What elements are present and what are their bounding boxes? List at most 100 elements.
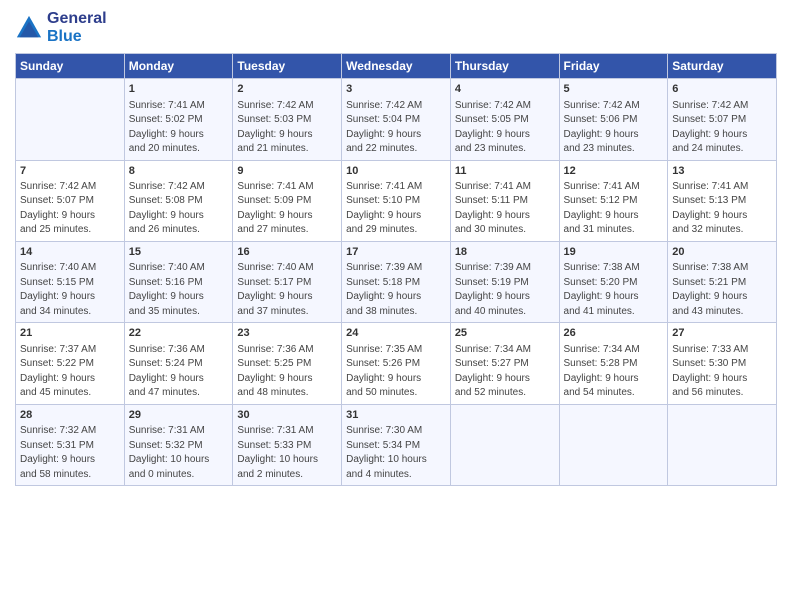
calendar-header-tuesday: Tuesday xyxy=(233,54,342,79)
calendar-cell: 3 Sunrise: 7:42 AM Sunset: 5:04 PM Daylig… xyxy=(342,79,451,160)
calendar-cell: 26 Sunrise: 7:34 AM Sunset: 5:28 PM Dayli… xyxy=(559,323,668,404)
day-content: Sunrise: 7:33 AM Sunset: 5:30 PM Dayligh… xyxy=(672,343,772,401)
day-content: Sunrise: 7:41 AM Sunset: 5:12 PM Dayligh… xyxy=(564,180,664,238)
calendar-cell: 7Sunrise: 7:42 AM Sunset: 5:07 PM Daylig… xyxy=(16,160,125,241)
day-content: Sunrise: 7:41 AM Sunset: 5:13 PM Dayligh… xyxy=(672,180,772,238)
day-content: Sunrise: 7:39 AM Sunset: 5:19 PM Dayligh… xyxy=(455,261,555,319)
day-number: 26 xyxy=(564,326,664,341)
calendar-header-row: SundayMondayTuesdayWednesdayThursdayFrid… xyxy=(16,54,777,79)
day-number: 24 xyxy=(346,326,446,341)
day-content: Sunrise: 7:37 AM Sunset: 5:22 PM Dayligh… xyxy=(20,343,120,401)
day-number: 27 xyxy=(672,326,772,341)
day-content: Sunrise: 7:41 AM Sunset: 5:11 PM Dayligh… xyxy=(455,180,555,238)
calendar-cell xyxy=(668,404,777,485)
calendar-cell: 14Sunrise: 7:40 AM Sunset: 5:15 PM Dayli… xyxy=(16,241,125,322)
calendar-cell: 4Sunrise: 7:42 AM Sunset: 5:05 PM Daylig… xyxy=(450,79,559,160)
page-container: General Blue SundayMondayTuesdayWednesda… xyxy=(0,0,792,496)
day-content: Sunrise: 7:41 AM Sunset: 5:10 PM Dayligh… xyxy=(346,180,446,238)
logo-icon xyxy=(15,14,43,42)
calendar-header-thursday: Thursday xyxy=(450,54,559,79)
day-content: Sunrise: 7:30 AM Sunset: 5:34 PM Dayligh… xyxy=(346,424,446,482)
day-number: 9 xyxy=(237,164,337,179)
day-content: Sunrise: 7:40 AM Sunset: 5:16 PM Dayligh… xyxy=(129,261,229,319)
calendar-header-saturday: Saturday xyxy=(668,54,777,79)
day-content: Sunrise: 7:40 AM Sunset: 5:17 PM Dayligh… xyxy=(237,261,337,319)
day-number: 30 xyxy=(237,408,337,423)
day-content: Sunrise: 7:42 AM Sunset: 5:07 PM Dayligh… xyxy=(672,99,772,157)
calendar-cell: 5 Sunrise: 7:42 AM Sunset: 5:06 PM Daylig… xyxy=(559,79,668,160)
calendar-header-friday: Friday xyxy=(559,54,668,79)
calendar-cell: 15Sunrise: 7:40 AM Sunset: 5:16 PM Dayli… xyxy=(124,241,233,322)
day-number: 13 xyxy=(672,164,772,179)
day-number: 1 xyxy=(129,82,229,97)
calendar-cell: 12Sunrise: 7:41 AM Sunset: 5:12 PM Dayli… xyxy=(559,160,668,241)
day-content: Sunrise: 7:42 AM Sunset: 5:04 PM Dayligh… xyxy=(346,99,446,157)
day-content: Sunrise: 7:42 AM Sunset: 5:08 PM Dayligh… xyxy=(129,180,229,238)
day-content: Sunrise: 7:31 AM Sunset: 5:32 PM Dayligh… xyxy=(129,424,229,482)
calendar-cell: 25 Sunrise: 7:34 AM Sunset: 5:27 PM Dayli… xyxy=(450,323,559,404)
day-number: 6 xyxy=(672,82,772,97)
day-number: 5 xyxy=(564,82,664,97)
header: General Blue xyxy=(15,10,777,45)
calendar-cell: 31Sunrise: 7:30 AM Sunset: 5:34 PM Dayli… xyxy=(342,404,451,485)
day-number: 17 xyxy=(346,245,446,260)
calendar-cell: 2 Sunrise: 7:42 AM Sunset: 5:03 PM Daylig… xyxy=(233,79,342,160)
day-content: Sunrise: 7:35 AM Sunset: 5:26 PM Dayligh… xyxy=(346,343,446,401)
day-content: Sunrise: 7:40 AM Sunset: 5:15 PM Dayligh… xyxy=(20,261,120,319)
calendar-cell: 27 Sunrise: 7:33 AM Sunset: 5:30 PM Dayli… xyxy=(668,323,777,404)
calendar-cell: 29Sunrise: 7:31 AM Sunset: 5:32 PM Dayli… xyxy=(124,404,233,485)
day-content: Sunrise: 7:42 AM Sunset: 5:05 PM Dayligh… xyxy=(455,99,555,157)
day-content: Sunrise: 7:34 AM Sunset: 5:28 PM Dayligh… xyxy=(564,343,664,401)
calendar-cell xyxy=(559,404,668,485)
calendar-cell: 10Sunrise: 7:41 AM Sunset: 5:10 PM Dayli… xyxy=(342,160,451,241)
day-number: 21 xyxy=(20,326,120,341)
day-number: 3 xyxy=(346,82,446,97)
day-content: Sunrise: 7:41 AM Sunset: 5:09 PM Dayligh… xyxy=(237,180,337,238)
calendar-cell: 8Sunrise: 7:42 AM Sunset: 5:08 PM Daylig… xyxy=(124,160,233,241)
day-content: Sunrise: 7:38 AM Sunset: 5:20 PM Dayligh… xyxy=(564,261,664,319)
calendar-week-2: 7Sunrise: 7:42 AM Sunset: 5:07 PM Daylig… xyxy=(16,160,777,241)
calendar-cell: 13Sunrise: 7:41 AM Sunset: 5:13 PM Dayli… xyxy=(668,160,777,241)
day-number: 8 xyxy=(129,164,229,179)
day-content: Sunrise: 7:31 AM Sunset: 5:33 PM Dayligh… xyxy=(237,424,337,482)
logo-text: General Blue xyxy=(47,10,107,45)
day-number: 10 xyxy=(346,164,446,179)
day-content: Sunrise: 7:42 AM Sunset: 5:06 PM Dayligh… xyxy=(564,99,664,157)
calendar-cell: 16Sunrise: 7:40 AM Sunset: 5:17 PM Dayli… xyxy=(233,241,342,322)
day-content: Sunrise: 7:42 AM Sunset: 5:03 PM Dayligh… xyxy=(237,99,337,157)
day-number: 31 xyxy=(346,408,446,423)
day-number: 16 xyxy=(237,245,337,260)
calendar-cell: 17Sunrise: 7:39 AM Sunset: 5:18 PM Dayli… xyxy=(342,241,451,322)
day-number: 12 xyxy=(564,164,664,179)
day-number: 22 xyxy=(129,326,229,341)
calendar-cell: 9Sunrise: 7:41 AM Sunset: 5:09 PM Daylig… xyxy=(233,160,342,241)
day-number: 15 xyxy=(129,245,229,260)
day-number: 11 xyxy=(455,164,555,179)
day-content: Sunrise: 7:42 AM Sunset: 5:07 PM Dayligh… xyxy=(20,180,120,238)
calendar-cell: 6 Sunrise: 7:42 AM Sunset: 5:07 PM Daylig… xyxy=(668,79,777,160)
calendar-cell: 28Sunrise: 7:32 AM Sunset: 5:31 PM Dayli… xyxy=(16,404,125,485)
day-number: 25 xyxy=(455,326,555,341)
day-number: 20 xyxy=(672,245,772,260)
calendar-cell: 24 Sunrise: 7:35 AM Sunset: 5:26 PM Dayli… xyxy=(342,323,451,404)
day-number: 7 xyxy=(20,164,120,179)
day-content: Sunrise: 7:38 AM Sunset: 5:21 PM Dayligh… xyxy=(672,261,772,319)
calendar-week-5: 28Sunrise: 7:32 AM Sunset: 5:31 PM Dayli… xyxy=(16,404,777,485)
calendar-table: SundayMondayTuesdayWednesdayThursdayFrid… xyxy=(15,53,777,486)
calendar-cell: 20Sunrise: 7:38 AM Sunset: 5:21 PM Dayli… xyxy=(668,241,777,322)
day-number: 29 xyxy=(129,408,229,423)
calendar-cell xyxy=(450,404,559,485)
calendar-cell: 19Sunrise: 7:38 AM Sunset: 5:20 PM Dayli… xyxy=(559,241,668,322)
calendar-cell: 1Sunrise: 7:41 AM Sunset: 5:02 PM Daylig… xyxy=(124,79,233,160)
calendar-cell: 23Sunrise: 7:36 AM Sunset: 5:25 PM Dayli… xyxy=(233,323,342,404)
calendar-header-sunday: Sunday xyxy=(16,54,125,79)
day-content: Sunrise: 7:34 AM Sunset: 5:27 PM Dayligh… xyxy=(455,343,555,401)
calendar-week-3: 14Sunrise: 7:40 AM Sunset: 5:15 PM Dayli… xyxy=(16,241,777,322)
calendar-cell xyxy=(16,79,125,160)
day-number: 28 xyxy=(20,408,120,423)
calendar-cell: 11Sunrise: 7:41 AM Sunset: 5:11 PM Dayli… xyxy=(450,160,559,241)
calendar-cell: 22Sunrise: 7:36 AM Sunset: 5:24 PM Dayli… xyxy=(124,323,233,404)
calendar-header-wednesday: Wednesday xyxy=(342,54,451,79)
day-number: 2 xyxy=(237,82,337,97)
calendar-week-4: 21 Sunrise: 7:37 AM Sunset: 5:22 PM Dayli… xyxy=(16,323,777,404)
